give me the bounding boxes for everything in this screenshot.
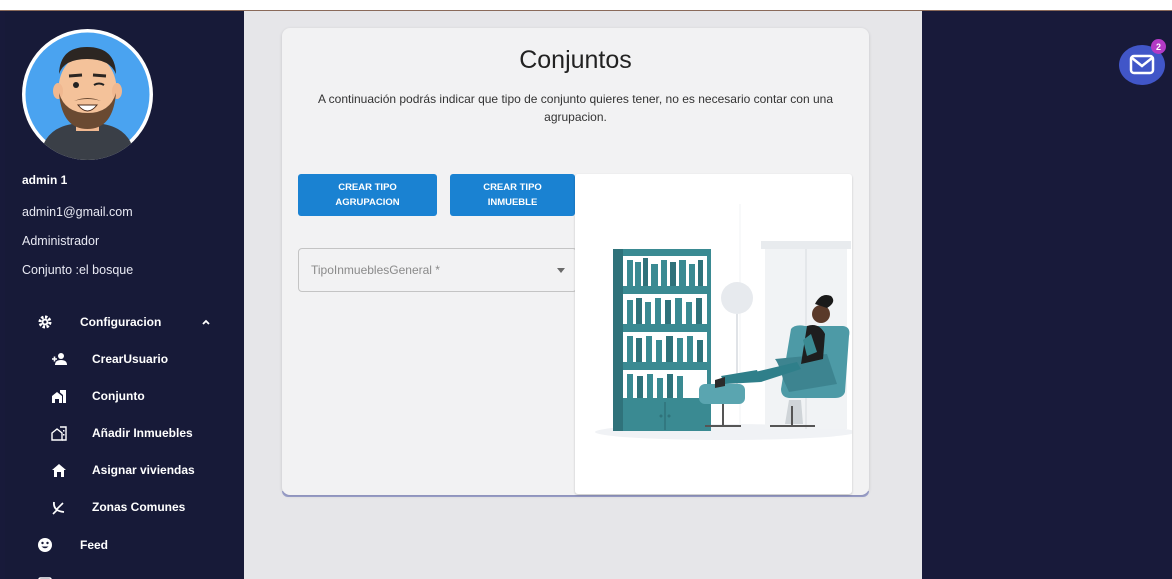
page-title: Conjuntos	[519, 46, 632, 74]
user-role: Administrador	[22, 234, 100, 248]
sidebar-item-label: Añadir Inmuebles	[92, 426, 193, 440]
tipo-inmuebles-select[interactable]: TipoInmueblesGeneral *	[298, 248, 577, 292]
sidebar-item-zonas-comunes[interactable]: Zonas Comunes	[5, 490, 244, 524]
home-icon	[52, 464, 66, 477]
notification-badge: 2	[1151, 39, 1166, 54]
sidebar-item-label: Asignar viviendas	[92, 463, 195, 477]
sidebar-item-label: Conjunto	[92, 389, 145, 403]
browser-top-edge	[0, 0, 1172, 11]
user-email: admin1@gmail.com	[22, 205, 133, 219]
gear-icon	[38, 315, 52, 329]
satellite-dish-icon	[52, 501, 65, 515]
sidebar-item-asignar-viviendas[interactable]: Asignar viviendas	[5, 453, 244, 487]
select-placeholder: TipoInmueblesGeneral *	[311, 263, 440, 277]
sidebar: admin 1 admin1@gmail.com Administrador C…	[5, 11, 244, 579]
add-user-icon	[52, 353, 67, 365]
buildings-icon	[52, 390, 66, 403]
avatar[interactable]	[22, 29, 153, 160]
reading-illustration	[575, 174, 852, 494]
illustration-art	[595, 204, 852, 440]
sidebar-item-label: CrearUsuario	[92, 352, 169, 366]
add-home-icon	[51, 426, 67, 441]
sidebar-item-crearusuario[interactable]: CrearUsuario	[5, 342, 244, 376]
user-name: admin 1	[22, 173, 68, 187]
sidebar-item-conjunto[interactable]: Conjunto	[5, 379, 244, 413]
sidebar-item-configuracion[interactable]: Configuracion	[5, 305, 244, 339]
main-content: Conjuntos A continuación podrás indicar …	[244, 11, 922, 579]
smiley-icon	[38, 538, 52, 552]
page-description: A continuación podrás indicar que tipo d…	[317, 92, 833, 124]
create-inmueble-button[interactable]: CREAR TIPO INMUEBLE	[450, 174, 575, 216]
sidebar-item-partial[interactable]	[5, 567, 244, 579]
sidebar-item-anadir-inmuebles[interactable]: Añadir Inmuebles	[5, 416, 244, 450]
dropdown-arrow-icon	[557, 268, 565, 273]
conjuntos-card: Conjuntos A continuación podrás indicar …	[282, 28, 869, 495]
sidebar-item-label: Configuracion	[80, 315, 162, 329]
chevron-up-icon[interactable]	[201, 317, 211, 327]
sidebar-item-label: Zonas Comunes	[92, 500, 186, 514]
sidebar-item-feed[interactable]: Feed	[5, 528, 244, 562]
sidebar-item-label: Feed	[80, 538, 109, 552]
create-agrupacion-button[interactable]: CREAR TIPO AGRUPACION	[298, 174, 437, 216]
user-conjunto: Conjunto :el bosque	[22, 263, 134, 277]
